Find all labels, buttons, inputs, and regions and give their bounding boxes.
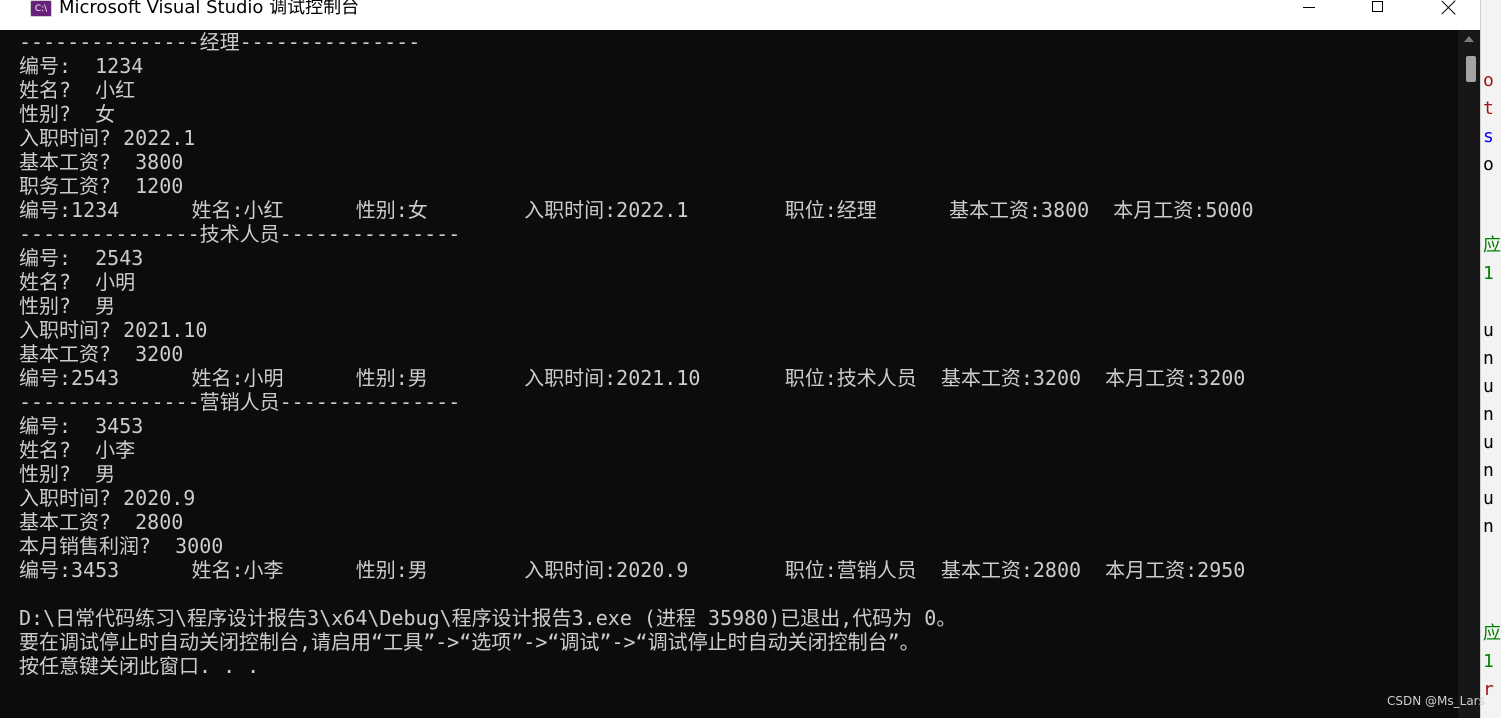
console-line: 编号: 2543 — [19, 246, 144, 270]
editor-code-glyph: n — [1483, 404, 1494, 425]
console-line: 按任意键关闭此窗口. . . — [19, 654, 260, 678]
editor-code-glyph: n — [1483, 516, 1494, 537]
close-button[interactable] — [1413, 0, 1483, 30]
editor-code-glyph: u — [1483, 376, 1494, 397]
console-output-area[interactable]: ---------------经理--------------- 编号: 1234… — [0, 30, 1458, 718]
console-line: 性别? 男 — [19, 462, 116, 486]
console-line: D:\日常代码练习\程序设计报告3\x64\Debug\程序设计报告3.exe … — [19, 606, 957, 630]
console-line: 入职时间? 2020.9 — [19, 486, 196, 510]
editor-code-glyph: n — [1483, 460, 1494, 481]
console-line: 入职时间? 2022.1 — [19, 126, 196, 150]
console-text: ---------------经理--------------- 编号: 1234… — [19, 30, 1254, 678]
editor-code-glyph: u — [1483, 488, 1494, 509]
maximize-button[interactable] — [1343, 0, 1413, 30]
editor-code-glyph: 1 — [1483, 263, 1494, 284]
editor-code-glyph: u — [1483, 320, 1494, 341]
scroll-up-arrow-icon[interactable] — [1464, 36, 1474, 42]
console-line: 要在调试停止时自动关闭控制台,请启用“工具”->“选项”->“调试”->“调试停… — [19, 630, 920, 654]
background-ide-editor-edge: otso应1unununun应1r — [1480, 0, 1501, 718]
maximize-icon — [1372, 1, 1383, 12]
console-line: 编号:2543 姓名:小明 性别:男 入职时间:2021.10 职位:技术人员 … — [19, 366, 1246, 390]
console-line: 基本工资? 3800 — [19, 150, 184, 174]
editor-code-glyph: n — [1483, 348, 1494, 369]
console-line: 本月销售利润? 3000 — [19, 534, 224, 558]
console-app-icon: C:\ — [30, 0, 52, 17]
editor-code-glyph: o — [1483, 154, 1494, 175]
console-line: 职务工资? 1200 — [19, 174, 184, 198]
editor-code-glyph: 应 — [1483, 235, 1501, 256]
watermark: CSDN @Ms_Lars — [1387, 694, 1485, 708]
console-line: 入职时间? 2021.10 — [19, 318, 208, 342]
editor-code-glyph: s — [1483, 126, 1494, 147]
editor-code-glyph: t — [1483, 98, 1494, 119]
scroll-thumb[interactable] — [1466, 56, 1476, 82]
console-line: ---------------经理--------------- — [19, 30, 421, 54]
editor-code-glyph: u — [1483, 432, 1494, 453]
title-bar[interactable]: C:\ Microsoft Visual Studio 调试控制台 — [0, 0, 1480, 30]
editor-code-glyph: 1 — [1483, 651, 1494, 672]
window-title: Microsoft Visual Studio 调试控制台 — [59, 0, 360, 18]
console-line: 性别? 女 — [19, 102, 116, 126]
editor-code-glyph: o — [1483, 70, 1494, 91]
console-line: 基本工资? 3200 — [19, 342, 184, 366]
console-line: 性别? 男 — [19, 294, 116, 318]
console-line: ---------------技术人员--------------- — [19, 222, 461, 246]
vertical-scrollbar[interactable] — [1458, 30, 1480, 718]
close-icon — [1442, 0, 1456, 14]
console-line: 编号:1234 姓名:小红 性别:女 入职时间:2022.1 职位:经理 基本工… — [19, 198, 1254, 222]
console-line: 姓名? 小李 — [19, 438, 136, 462]
editor-code-glyph: 应 — [1483, 623, 1501, 644]
minimize-button[interactable] — [1274, 0, 1344, 30]
console-line: 编号: 1234 — [19, 54, 144, 78]
console-line: 姓名? 小红 — [19, 78, 136, 102]
minimize-icon — [1303, 7, 1315, 8]
console-line: 基本工资? 2800 — [19, 510, 184, 534]
console-line: ---------------营销人员--------------- — [19, 390, 461, 414]
console-line: 编号: 3453 — [19, 414, 144, 438]
console-line: 姓名? 小明 — [19, 270, 136, 294]
console-line: 编号:3453 姓名:小李 性别:男 入职时间:2020.9 职位:营销人员 基… — [19, 558, 1246, 582]
